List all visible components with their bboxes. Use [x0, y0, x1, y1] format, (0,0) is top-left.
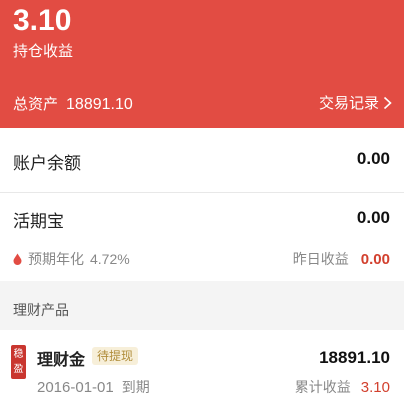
drop-icon	[13, 253, 22, 265]
huoqibao-label: 活期宝	[13, 212, 64, 232]
account-balance-row[interactable]: 账户余额 0.00	[0, 128, 404, 193]
huoqibao-row[interactable]: 活期宝 0.00 预期年化 4.72% 昨日收益 0.00	[0, 193, 404, 281]
chevron-right-icon	[383, 96, 392, 110]
cumulative-profit-value: 3.10	[360, 378, 390, 396]
account-balance-label: 账户余额	[13, 154, 81, 174]
product-name: 理财金	[37, 350, 86, 369]
badge-char-1: 稳	[13, 349, 24, 360]
account-balance-value: 0.00	[356, 149, 390, 168]
expected-rate-value: 4.72%	[90, 251, 130, 267]
section-title-products: 理财产品	[13, 303, 69, 319]
maturity-date: 2016-01-01 到期	[37, 377, 150, 397]
total-assets: 总资产 18891.10	[13, 94, 133, 115]
expected-rate-label: 预期年化	[28, 252, 84, 268]
holding-profit-value: 3.10	[13, 4, 72, 37]
total-assets-label: 总资产	[13, 95, 59, 113]
maturity-date-suffix: 到期	[121, 380, 150, 396]
badge-char-2: 盈	[13, 364, 24, 375]
holding-profit-label: 持仓收益	[13, 42, 74, 60]
yesterday-profit-label: 昨日收益	[292, 252, 349, 268]
transaction-records-link[interactable]: 交易记录	[319, 92, 392, 114]
total-assets-value: 18891.10	[66, 96, 133, 113]
product-value: 18891.10	[319, 348, 390, 367]
product-row[interactable]: 稳 盈 理财金 待提现 18891.10 2016-01-01 到期 累计收益 3…	[0, 330, 404, 410]
expected-rate: 预期年化 4.72%	[13, 249, 130, 269]
maturity-date-value: 2016-01-01	[37, 379, 114, 396]
cumulative-profit: 累计收益 3.10	[295, 377, 390, 397]
yesterday-profit-value: 0.00	[360, 250, 390, 268]
status-badge: 待提现	[92, 347, 139, 365]
huoqibao-value: 0.00	[356, 208, 390, 227]
transaction-records-label: 交易记录	[318, 94, 379, 112]
cumulative-profit-label: 累计收益	[294, 380, 351, 396]
yesterday-profit: 昨日收益 0.00	[293, 249, 390, 269]
header-banner: 3.10 持仓收益 总资产 18891.10 交易记录	[0, 0, 404, 128]
product-type-badge: 稳 盈	[11, 345, 26, 379]
